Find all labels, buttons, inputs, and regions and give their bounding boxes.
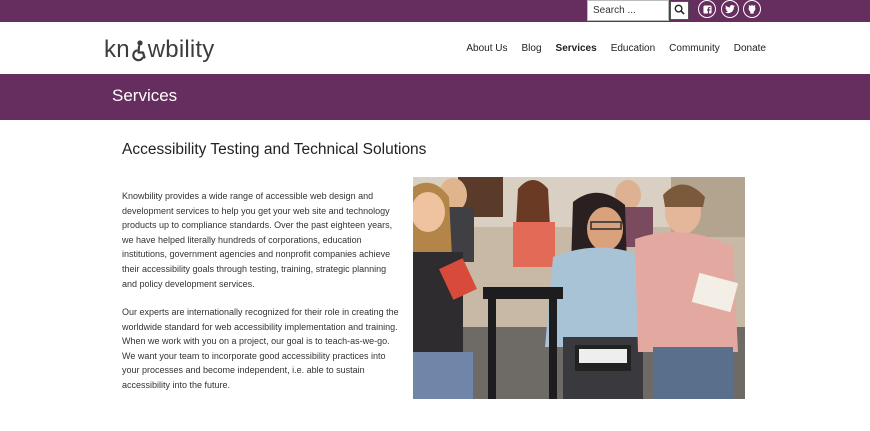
- nav-item-services[interactable]: Services: [556, 43, 597, 54]
- search-button[interactable]: [670, 1, 689, 20]
- twitter-link[interactable]: [721, 0, 739, 18]
- experts-paragraph: Our experts are internationally recogniz…: [122, 307, 399, 390]
- search-icon: [674, 2, 685, 20]
- facebook-link[interactable]: [698, 0, 716, 18]
- twitter-icon: [725, 4, 735, 14]
- intro-paragraph: Knowbility provides a wide range of acce…: [122, 191, 393, 289]
- search-input[interactable]: [587, 0, 669, 21]
- site-header: kn wbility About Us Blog Services Educat…: [0, 22, 870, 74]
- top-bar: [0, 0, 870, 22]
- site-logo[interactable]: kn wbility: [104, 34, 215, 62]
- main-nav: About Us Blog Services Education Communi…: [466, 43, 766, 54]
- nav-item-community[interactable]: Community: [669, 43, 720, 54]
- nav-item-donate[interactable]: Donate: [734, 43, 766, 54]
- page-title: Services: [112, 86, 178, 105]
- nav-item-education[interactable]: Education: [611, 43, 655, 54]
- nav-item-blog[interactable]: Blog: [522, 43, 542, 54]
- students-classroom-photo: [413, 177, 745, 399]
- logo-text-end: wbility: [147, 36, 215, 63]
- nav-item-about-us[interactable]: About Us: [466, 43, 507, 54]
- github-icon: [747, 4, 757, 14]
- wheelchair-logo-icon: [131, 40, 147, 62]
- page-banner: Services: [0, 74, 870, 120]
- logo-text-start: kn: [104, 36, 130, 63]
- facebook-icon: [702, 4, 712, 14]
- section-heading: Accessibility Testing and Technical Solu…: [122, 141, 427, 158]
- github-link[interactable]: [743, 0, 761, 18]
